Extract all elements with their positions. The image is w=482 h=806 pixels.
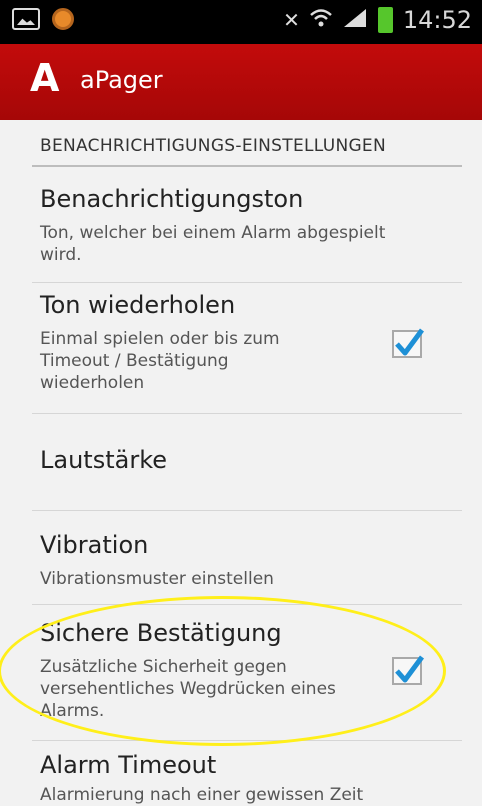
app-bar: A aPager (0, 44, 482, 120)
setting-ton-wiederholen[interactable]: Ton wiederholen Einmal spielen oder bis … (40, 290, 430, 394)
divider (32, 740, 462, 741)
status-bar: ✕ 14:52 (0, 0, 482, 44)
setting-title: Sichere Bestätigung (40, 619, 282, 647)
image-notification-icon (12, 8, 40, 30)
divider (32, 282, 462, 283)
setting-summary: Vibrationsmuster einstellen (40, 569, 274, 589)
mute-icon: ✕ (283, 8, 300, 32)
app-title: aPager (80, 66, 163, 94)
setting-alarm-timeout[interactable]: Alarm Timeout Alarmierung nach einer gew… (40, 750, 430, 806)
divider (32, 413, 462, 414)
checkmark-icon (395, 328, 425, 356)
status-time: 14:52 (402, 6, 472, 34)
ton-wiederholen-checkbox[interactable] (392, 328, 425, 358)
wifi-icon (309, 8, 332, 33)
setting-sichere-bestaetigung[interactable]: Sichere Bestätigung Zusätzliche Sicherhe… (40, 618, 430, 722)
setting-title: Vibration (40, 531, 149, 559)
setting-title: Ton wiederholen (40, 291, 236, 319)
setting-vibration[interactable]: Vibration Vibrationsmuster einstellen (40, 530, 430, 590)
sichere-bestaetigung-checkbox[interactable] (392, 655, 425, 685)
divider (32, 604, 462, 605)
setting-summary: Ton, welcher bei einem Alarm abgespielt … (40, 223, 386, 265)
app-logo[interactable]: A (30, 56, 59, 100)
divider (32, 510, 462, 511)
setting-title: Lautstärke (40, 446, 167, 474)
setting-title: Alarm Timeout (40, 751, 217, 779)
app-notification-icon (52, 8, 74, 30)
setting-title: Benachrichtigungston (40, 185, 304, 213)
section-header: BENACHRICHTIGUNGS-EINSTELLUNGEN (40, 136, 386, 156)
signal-icon (342, 7, 368, 34)
setting-summary: Zusätzliche Sicherheit gegen versehentli… (40, 657, 336, 721)
checkmark-icon (395, 655, 425, 683)
setting-summary: Einmal spielen oder bis zum Timeout / Be… (40, 329, 280, 393)
battery-icon (377, 7, 393, 33)
section-divider (32, 165, 462, 167)
setting-benachrichtigungston[interactable]: Benachrichtigungston Ton, welcher bei ei… (40, 184, 430, 266)
setting-lautstaerke[interactable]: Lautstärke (40, 445, 430, 475)
